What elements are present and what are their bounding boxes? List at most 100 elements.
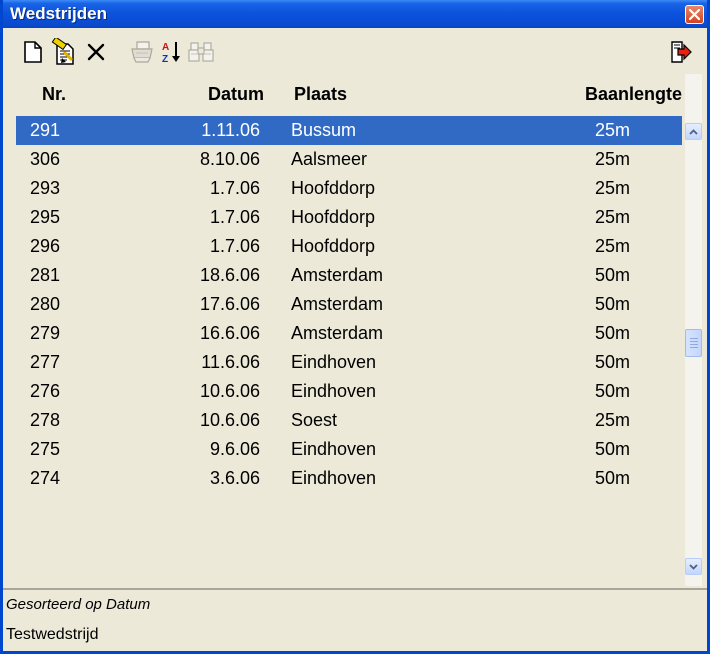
cell-nr: 276 [30, 381, 61, 401]
cell-datum: 1.7.06 [209, 236, 260, 256]
cell-nr: 295 [30, 207, 61, 227]
table-row[interactable]: 277 11.6.06 Eindhoven 50m [16, 348, 682, 377]
cell-baanlengte: 50m [594, 381, 630, 401]
cell-nr: 293 [30, 178, 61, 198]
cell-plaats: Aalsmeer [291, 149, 368, 169]
cell-baanlengte: 25m [594, 178, 630, 198]
cell-baanlengte: 25m [594, 207, 630, 227]
svg-text:Z: Z [162, 54, 168, 65]
table-row[interactable]: 281 18.6.06 Amsterdam 50m [16, 261, 682, 290]
cell-datum: 9.6.06 [209, 439, 260, 459]
cell-plaats: Eindhoven [291, 468, 377, 488]
scroll-down-button[interactable] [685, 558, 702, 575]
cell-plaats: Hoofddorp [291, 207, 376, 227]
cell-baanlengte: 25m [594, 149, 630, 169]
table-row[interactable]: 276 10.6.06 Eindhoven 50m [16, 377, 682, 406]
table-row[interactable]: 280 17.6.06 Amsterdam 50m [16, 290, 682, 319]
table-row[interactable]: 275 9.6.06 Eindhoven 50m [16, 435, 682, 464]
cell-nr: 281 [30, 265, 61, 285]
cell-datum: 11.6.06 [201, 352, 260, 372]
cell-baanlengte: 50m [594, 265, 630, 285]
cell-plaats: Amsterdam [291, 294, 384, 314]
cell-nr: 291 [30, 120, 61, 140]
cell-baanlengte: 25m [594, 410, 630, 430]
edit-document-icon [51, 38, 74, 65]
new-button[interactable] [19, 38, 47, 66]
cell-nr: 279 [30, 323, 61, 343]
cell-plaats: Eindhoven [291, 381, 377, 401]
table-row[interactable]: 306 8.10.06 Aalsmeer 25m [16, 145, 682, 174]
cell-baanlengte: 50m [594, 352, 630, 372]
table-row[interactable]: 296 1.7.06 Hoofddorp 25m [16, 232, 682, 261]
table-row[interactable]: 274 3.6.06 Eindhoven 50m [16, 464, 682, 493]
cell-baanlengte: 50m [594, 294, 630, 314]
cell-nr: 280 [30, 294, 61, 314]
cell-nr: 278 [30, 410, 61, 430]
edit-button[interactable] [50, 38, 78, 66]
cell-nr: 274 [30, 468, 61, 488]
cell-nr: 296 [30, 236, 61, 256]
cell-datum: 3.6.06 [209, 468, 260, 488]
cell-datum: 1.11.06 [201, 120, 260, 140]
print-button[interactable] [128, 38, 156, 66]
cell-nr: 306 [30, 149, 61, 169]
scroll-up-button[interactable] [685, 123, 702, 140]
cell-datum: 10.6.06 [199, 381, 260, 401]
window-title: Wedstrijden [10, 4, 107, 23]
cell-plaats: Eindhoven [291, 439, 377, 459]
delete-button[interactable] [82, 38, 110, 66]
cell-plaats: Hoofddorp [291, 236, 376, 256]
cell-datum: 16.6.06 [199, 323, 260, 343]
cell-nr: 277 [30, 352, 61, 372]
sort-button[interactable]: A Z [158, 38, 186, 66]
cell-baanlengte: 25m [594, 120, 630, 140]
cell-nr: 275 [30, 439, 61, 459]
find-button[interactable] [187, 38, 215, 66]
table-row[interactable]: 293 1.7.06 Hoofddorp 25m [16, 174, 682, 203]
cell-baanlengte: 50m [594, 439, 630, 459]
new-document-icon [24, 41, 42, 63]
svg-text:A: A [162, 42, 169, 53]
sort-az-icon: A Z [162, 42, 180, 65]
toolbar: A Z [3, 28, 707, 74]
exit-button[interactable] [667, 38, 695, 66]
table-row[interactable]: 279 16.6.06 Amsterdam 50m [16, 319, 682, 348]
cell-datum: 8.10.06 [199, 149, 260, 169]
cell-plaats: Amsterdam [291, 323, 384, 343]
cell-datum: 1.7.06 [209, 178, 260, 198]
cell-datum: 18.6.06 [199, 265, 260, 285]
status-panel: Gesorteerd op Datum Testwedstrijd [3, 588, 707, 651]
table-row[interactable]: 295 1.7.06 Hoofddorp 25m [16, 203, 682, 232]
scroll-thumb[interactable] [685, 329, 702, 357]
column-header-datum[interactable]: Datum [208, 84, 264, 105]
close-icon [689, 9, 700, 20]
close-button[interactable] [685, 5, 704, 24]
selected-name-label: Testwedstrijd [6, 626, 99, 643]
cell-datum: 17.6.06 [199, 294, 260, 314]
cell-baanlengte: 50m [594, 468, 630, 488]
column-headers: Nr. Datum Plaats Baanlengte [16, 74, 682, 113]
vertical-scrollbar[interactable] [685, 74, 702, 586]
table-row[interactable]: 291 1.11.06 Bussum 25m [16, 116, 682, 145]
table-row[interactable]: 278 10.6.06 Soest 25m [16, 406, 682, 435]
sort-status-label: Gesorteerd op Datum [6, 596, 151, 613]
title-bar[interactable]: Wedstrijden [3, 0, 707, 28]
delete-x-icon [87, 43, 105, 61]
wedstrijden-grid[interactable]: Nr. Datum Plaats Baanlengte 291 1.11.06 … [16, 74, 702, 586]
chevron-up-icon [689, 128, 698, 135]
cell-plaats: Hoofddorp [291, 178, 376, 198]
cell-baanlengte: 50m [594, 323, 630, 343]
cell-datum: 1.7.06 [209, 207, 260, 227]
cell-plaats: Soest [291, 410, 338, 430]
cell-plaats: Amsterdam [291, 265, 384, 285]
binoculars-icon [188, 42, 214, 62]
cell-plaats: Bussum [291, 120, 357, 140]
cell-plaats: Eindhoven [291, 352, 377, 372]
chevron-down-icon [689, 563, 698, 570]
column-header-plaats[interactable]: Plaats [294, 84, 347, 105]
printer-icon [131, 41, 153, 63]
exit-door-icon [671, 41, 692, 63]
cell-baanlengte: 25m [594, 236, 630, 256]
column-header-nr[interactable]: Nr. [42, 84, 66, 105]
column-header-baanlengte[interactable]: Baanlengte [585, 84, 682, 105]
